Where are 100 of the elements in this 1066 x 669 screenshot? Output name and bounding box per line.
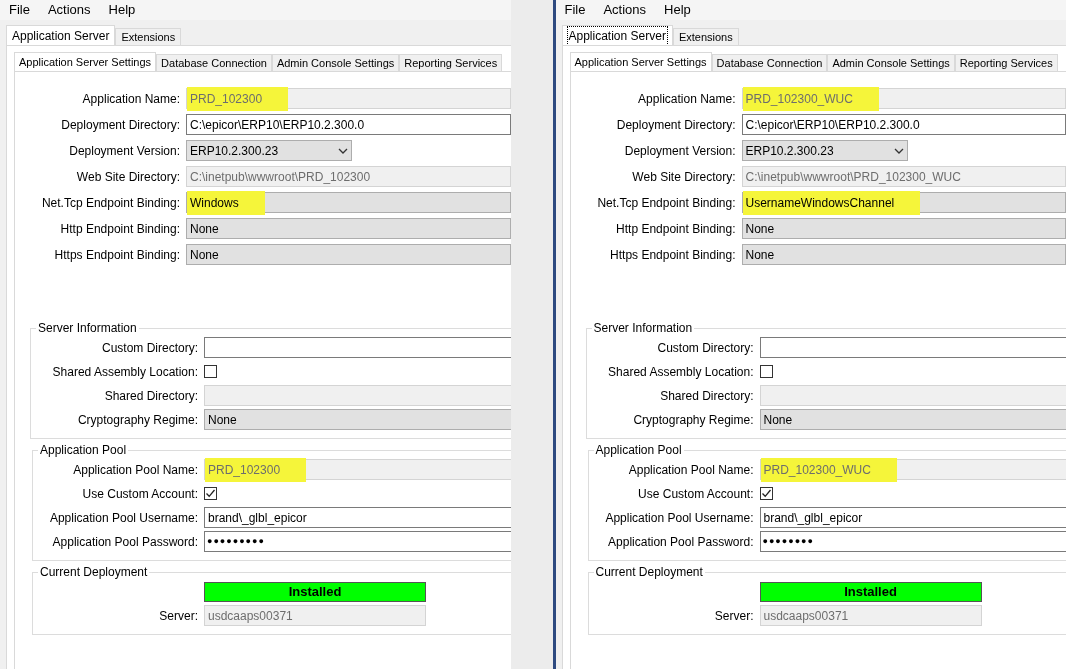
text-field[interactable] (204, 337, 511, 358)
field-label: Cryptography Regime: (632, 411, 754, 429)
field-label: Shared Directory: (659, 387, 754, 405)
group-title: Application Pool (594, 442, 683, 459)
field-value: None (208, 411, 237, 429)
menu-item[interactable]: Actions (603, 0, 647, 20)
group-title: Current Deployment (39, 564, 149, 581)
field-value: ERP10.2.300.23 (745, 142, 834, 160)
field-label: Cryptography Regime: (76, 411, 198, 429)
field-label: Deployment Version: (68, 142, 180, 160)
tab[interactable]: Reporting Services (954, 54, 1058, 71)
field-label: Net.Tcp Endpoint Binding: (596, 194, 736, 212)
status-bar: Installed (759, 581, 982, 602)
checkbox[interactable] (204, 487, 217, 500)
menu-item[interactable]: Help (664, 0, 691, 20)
tab[interactable]: Application Server Settings (569, 52, 712, 71)
field-value: ERP10.2.300.23 (190, 142, 279, 160)
field-label: Application Pool Password: (607, 533, 754, 551)
field-label: Application Pool Username: (604, 509, 754, 527)
field-value: C:\inetpub\wwwroot\PRD_102300 (190, 168, 371, 186)
group-title: Server Information (37, 320, 138, 337)
text-field[interactable] (759, 337, 1066, 358)
select-field[interactable]: None (186, 218, 511, 239)
field-value: PRD_102300 (205, 457, 307, 482)
field-label: Deployment Directory: (60, 116, 180, 134)
field-label: Deployment Directory: (615, 116, 736, 134)
menu-item[interactable]: Help (108, 0, 136, 20)
field-value: PRD_102300_WUC (760, 457, 897, 482)
field-label: Use Custom Account: (637, 485, 754, 503)
checkbox[interactable] (759, 487, 773, 500)
tab[interactable]: Application Server (561, 25, 673, 45)
select-field[interactable]: None (741, 244, 1066, 265)
field-value: ●●●●●●●●● (207, 534, 265, 548)
field-label: Custom Directory: (100, 339, 198, 357)
text-field[interactable]: C:\epicor\ERP10\ERP10.2.300.0 (186, 114, 511, 135)
select-field[interactable]: Windows (186, 192, 511, 213)
field-label: Application Pool Username: (48, 509, 198, 527)
chevron-down-icon (893, 147, 904, 154)
field-label: Shared Assembly Location: (51, 363, 198, 381)
tab[interactable]: Database Connection (156, 54, 272, 71)
menu-item[interactable]: Actions (47, 0, 91, 20)
field-value: C:\inetpub\wwwroot\PRD_102300_WUC (745, 168, 961, 186)
field-label: Application Pool Password: (51, 533, 198, 551)
text-field[interactable]: C:\epicor\ERP10\ERP10.2.300.0 (741, 114, 1066, 135)
tab[interactable]: Reporting Services (399, 54, 503, 71)
menu-item[interactable]: File (9, 0, 30, 20)
field-label: Deployment Version: (623, 142, 736, 160)
select-field[interactable]: None (741, 218, 1066, 239)
field-value: brand\_glbl_epicor (763, 509, 863, 527)
field-value: usdcaaps00371 (763, 607, 849, 625)
field-label: Https Endpoint Binding: (53, 246, 180, 264)
select-field[interactable]: None (204, 409, 511, 430)
field-value: None (190, 220, 219, 238)
field-value: None (763, 411, 793, 429)
field-label: Web Site Directory: (75, 168, 180, 186)
tab[interactable]: Database Connection (711, 54, 828, 71)
field-label: Net.Tcp Endpoint Binding: (40, 194, 180, 212)
select-field[interactable]: UsernameWindowsChannel (741, 192, 1066, 213)
text-field[interactable]: brand\_glbl_epicor (759, 507, 1066, 528)
menu-item[interactable]: File (564, 0, 586, 20)
field-value: UsernameWindowsChannel (742, 190, 921, 215)
field-label: Web Site Directory: (631, 168, 736, 186)
checkbox[interactable] (759, 365, 773, 378)
field-label: Http Endpoint Binding: (59, 220, 180, 238)
status-bar: Installed (204, 581, 426, 602)
group-title: Application Pool (39, 442, 128, 459)
tab[interactable]: Extensions (672, 28, 739, 45)
field-value: usdcaaps00371 (208, 607, 293, 625)
field-label: Shared Directory: (103, 387, 198, 405)
field-value: PRD_102300 (187, 86, 289, 111)
field-label: Shared Assembly Location: (607, 363, 754, 381)
password-field[interactable]: ●●●●●●●●● (204, 531, 511, 552)
field-value: C:\epicor\ERP10\ERP10.2.300.0 (190, 116, 365, 134)
select-field[interactable]: None (759, 409, 1066, 430)
field-value: None (190, 246, 219, 264)
field-label: Http Endpoint Binding: (615, 220, 736, 238)
field-value: brand\_glbl_epicor (208, 509, 307, 527)
chevron-down-icon (338, 147, 348, 154)
tab[interactable]: Admin Console Settings (827, 54, 955, 71)
password-field[interactable]: ●●●●●●●● (759, 531, 1066, 552)
field-value: None (745, 246, 775, 264)
tab[interactable]: Extensions (115, 28, 182, 45)
field-label: Custom Directory: (656, 339, 754, 357)
tab[interactable]: Admin Console Settings (271, 54, 400, 71)
text-field[interactable]: brand\_glbl_epicor (204, 507, 511, 528)
field-value: None (745, 220, 775, 238)
field-value: PRD_102300_WUC (742, 86, 879, 111)
field-value: Windows (187, 190, 265, 215)
tab[interactable]: Application Server (6, 25, 116, 45)
group-title: Current Deployment (594, 564, 704, 581)
field-label: Server: (713, 607, 754, 625)
field-value: C:\epicor\ERP10\ERP10.2.300.0 (745, 116, 920, 134)
tab[interactable]: Application Server Settings (14, 52, 157, 71)
dropdown[interactable]: ERP10.2.300.23 (741, 140, 908, 161)
select-field[interactable]: None (186, 244, 511, 265)
field-label: Use Custom Account: (81, 485, 198, 503)
field-label: Https Endpoint Binding: (609, 246, 736, 264)
checkbox[interactable] (204, 365, 217, 378)
field-value: ●●●●●●●● (762, 534, 814, 548)
dropdown[interactable]: ERP10.2.300.23 (186, 140, 352, 161)
